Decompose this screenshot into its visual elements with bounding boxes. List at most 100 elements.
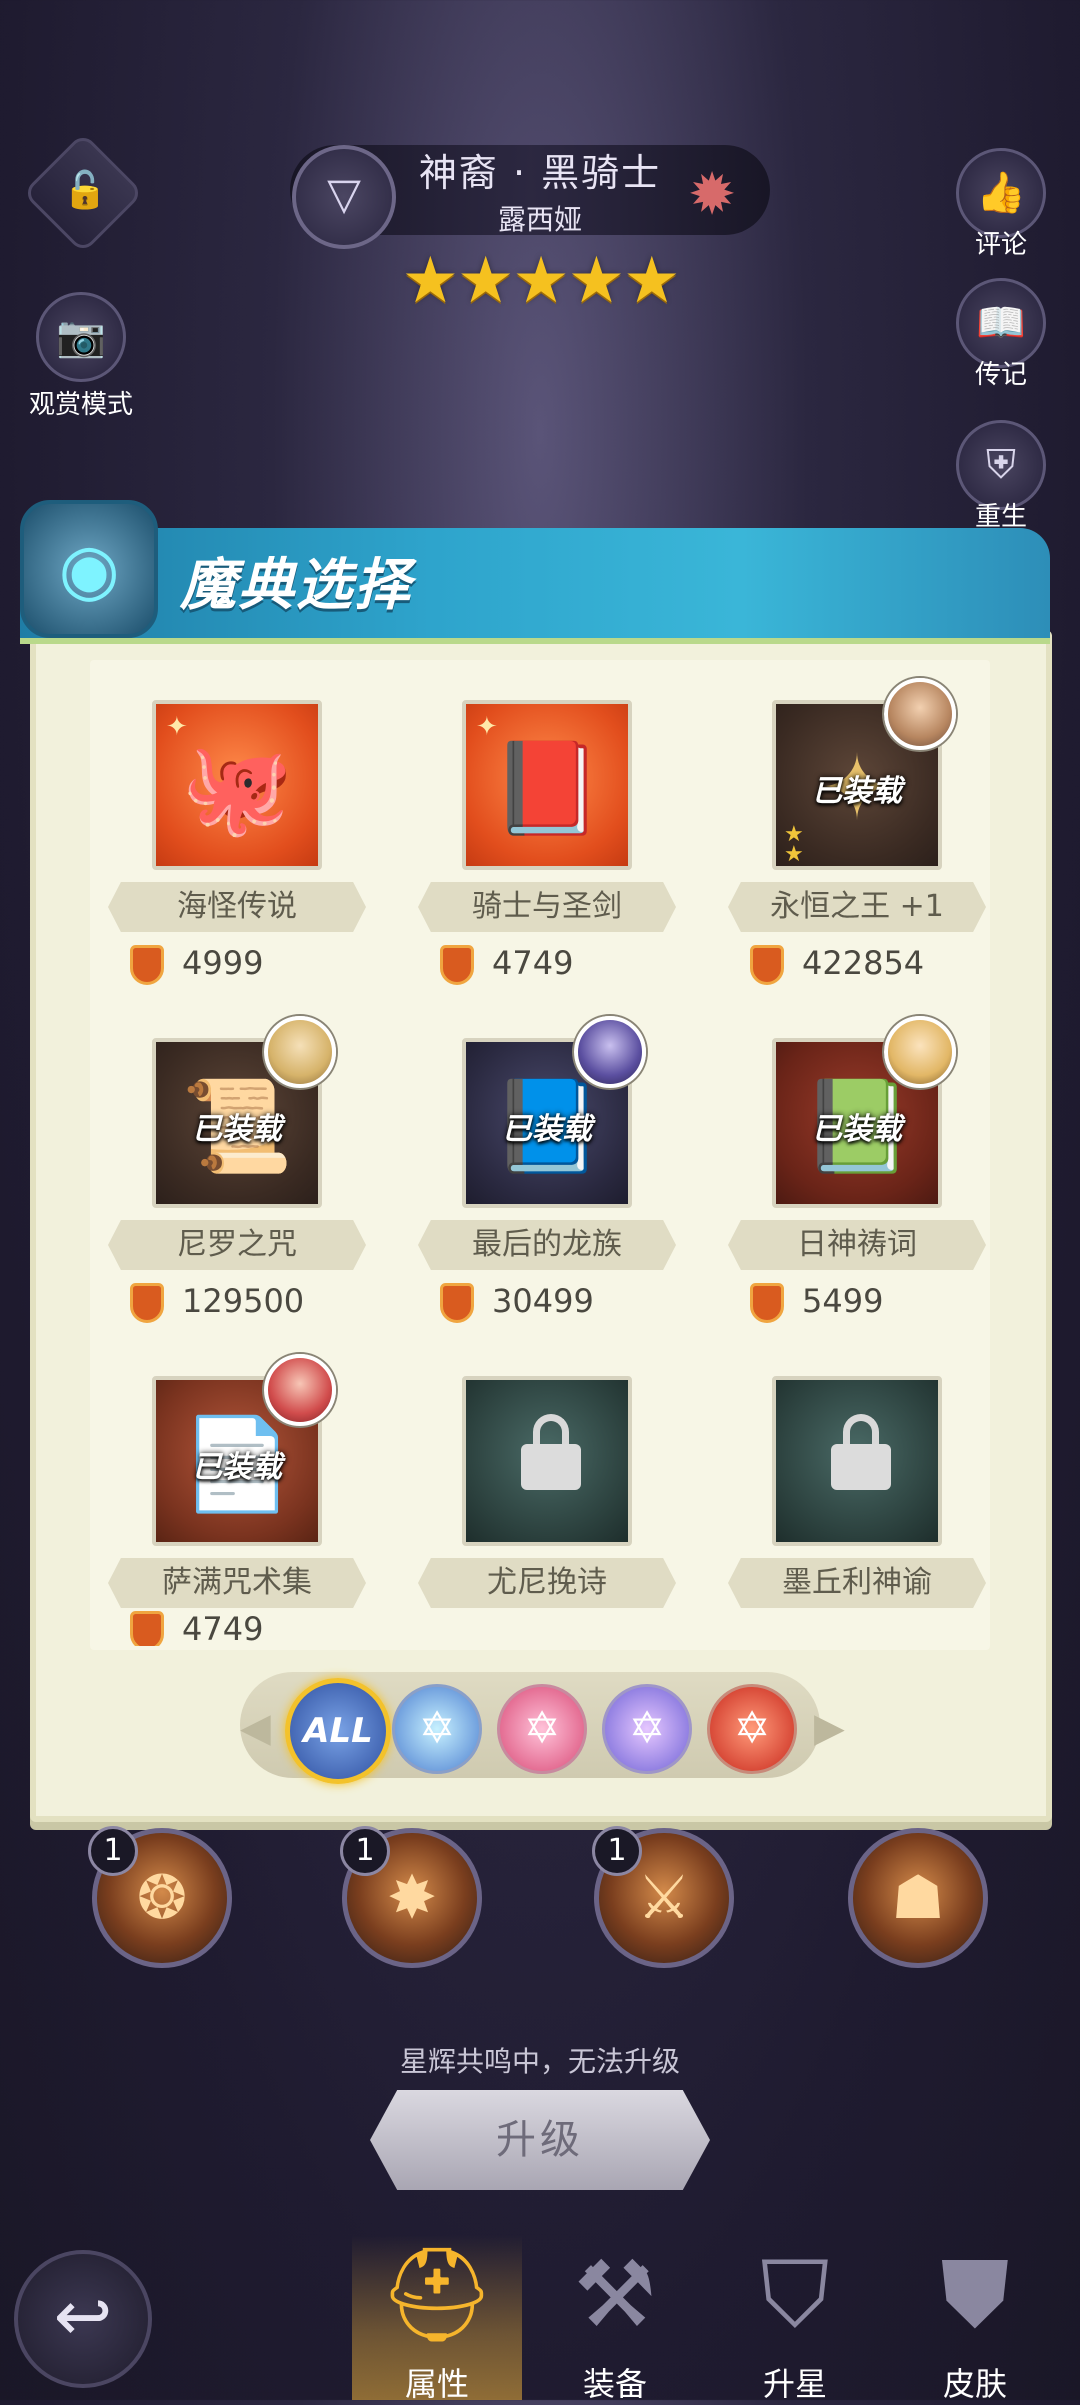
grimoire-price: 4749 — [130, 1606, 263, 1646]
filter-arcane-button[interactable]: ✡ — [602, 1684, 692, 1774]
grimoire-price: 129500 — [130, 1278, 304, 1324]
equipped-label: 已装载 — [812, 1112, 902, 1147]
grimoire-name: 尼罗之咒 — [108, 1220, 366, 1270]
grimoire-price: 30499 — [440, 1278, 594, 1324]
equipped-label: 已装载 — [192, 1112, 282, 1147]
hero-avatar — [264, 1354, 336, 1426]
hero-avatar — [264, 1016, 336, 1088]
nav-label: 属性 — [404, 2365, 469, 2403]
hero-avatar — [884, 1016, 956, 1088]
star-rating: ★★★★★ — [401, 244, 681, 318]
grimoire-item[interactable]: 尤尼挽诗 — [418, 1376, 698, 1696]
filter-light-button[interactable]: ✡ — [392, 1684, 482, 1774]
power-shield-icon — [130, 1283, 164, 1323]
armor-icon: ⛊ — [940, 2241, 1010, 2348]
grimoire-name: 尤尼挽诗 — [418, 1558, 676, 1608]
skill-level-badge: 1 — [592, 1826, 642, 1876]
grimoire-icon: ◉ — [20, 500, 158, 638]
panel-title: 魔典选择 — [180, 553, 412, 618]
hero-avatar — [574, 1016, 646, 1088]
grimoire-item[interactable]: 🐙 ✦ 海怪传说 4999 — [108, 700, 388, 1020]
locked-icon — [831, 1414, 891, 1490]
star-icon: ★ — [784, 842, 804, 867]
faction-emblem-icon: ✹ — [687, 160, 737, 228]
grimoire-item[interactable]: 📘 已装载 最后的龙族 30499 — [418, 1016, 698, 1358]
view-mode-button[interactable]: 📷 观赏模式 — [29, 292, 133, 421]
lock-button[interactable]: 🔓 — [22, 132, 144, 254]
grimoire-name: 日神祷词 — [728, 1220, 986, 1270]
grimoire-price: 5499 — [750, 1278, 883, 1324]
grimoire-price: 4999 — [130, 940, 263, 986]
grimoire-item[interactable]: 墨丘利神谕 — [728, 1376, 1008, 1696]
price-value: 422854 — [802, 944, 925, 982]
skill-level-badge: 1 — [88, 1826, 138, 1876]
grimoire-card[interactable] — [462, 1376, 632, 1546]
filter-fire-button[interactable]: ✡ — [497, 1684, 587, 1774]
equipped-label: 已装载 — [502, 1112, 592, 1147]
price-value: 5499 — [802, 1282, 884, 1320]
lock-icon: 🔓 — [62, 169, 108, 211]
equipped-label: 已装载 — [812, 774, 902, 809]
nav-label: 装备 — [582, 2365, 647, 2403]
price-value: 129500 — [182, 1282, 305, 1320]
price-value: 4749 — [492, 944, 574, 982]
grimoire-name: 骑士与圣剑 — [418, 882, 676, 932]
nav-equipment[interactable]: ⚒ 装备 — [530, 2235, 700, 2403]
view-mode-label: 观赏模式 — [28, 390, 133, 420]
grimoire-price: 422854 — [750, 940, 924, 986]
power-shield-icon — [440, 1283, 474, 1323]
weapons-icon: ⚒ — [573, 2241, 657, 2348]
grimoire-card[interactable]: 📕 ✦ — [462, 700, 632, 870]
biography-label: 传记 — [974, 360, 1027, 390]
hero-title: 神裔 · 黑骑士 — [418, 151, 662, 195]
nav-label: 皮肤 — [942, 2365, 1007, 2403]
arrow-right-icon: ▶ — [814, 1705, 845, 1751]
camera-icon: 📷 — [36, 292, 126, 382]
upgrade-note: 星辉共鸣中，无法升级 — [399, 2045, 680, 2078]
biography-button[interactable]: 📖 传记 — [956, 278, 1046, 391]
locked-icon — [521, 1414, 581, 1490]
grimoire-item[interactable]: ✦ 已装载 ★ ★ 永恒之王 +1 422854 — [728, 678, 1008, 1020]
filter-blood-button[interactable]: ✡ — [707, 1684, 797, 1774]
nav-attributes[interactable]: ⛑ 属性 — [352, 2235, 522, 2403]
power-shield-icon — [750, 1283, 784, 1323]
hero-avatar — [884, 678, 956, 750]
panel-banner — [20, 528, 1050, 644]
class-emblem-icon: ▽ — [292, 145, 396, 249]
grimoire-name: 墨丘利神谕 — [728, 1558, 986, 1608]
nav-star-up[interactable]: ⛉ 升星 — [710, 2235, 880, 2403]
skill-button[interactable]: ☗ — [848, 1828, 988, 1968]
helmet-icon: ⛑ — [378, 2241, 496, 2348]
price-value: 4999 — [182, 944, 264, 982]
grimoire-price: 4749 — [440, 940, 573, 986]
equipped-label: 已装载 — [192, 1450, 282, 1485]
back-button[interactable]: ↩ — [14, 2250, 152, 2388]
grimoire-name: 萨满咒术集 — [108, 1558, 366, 1608]
grimoire-card[interactable] — [772, 1376, 942, 1546]
power-shield-icon — [130, 945, 164, 985]
nav-label: 升星 — [762, 2365, 827, 2403]
power-shield-icon — [750, 945, 784, 985]
grimoire-item[interactable]: 📄 已装载 萨满咒术集 4749 — [108, 1376, 388, 1646]
grimoire-item[interactable]: 📜 已装载 尼罗之咒 129500 — [108, 1016, 388, 1358]
rebirth-button[interactable]: ⛨ 重生 — [956, 420, 1046, 533]
sparkle-icon: ✦ — [476, 712, 498, 742]
grimoire-name: 永恒之王 +1 — [728, 882, 986, 932]
grimoire-name: 最后的龙族 — [418, 1220, 676, 1270]
hero-name: 露西娅 — [497, 203, 582, 236]
upgrade-button[interactable]: 升级 — [370, 2090, 710, 2190]
grimoire-item[interactable]: 📗 已装载 日神祷词 5499 — [728, 1016, 1008, 1358]
filter-all-button[interactable]: ALL — [285, 1678, 391, 1784]
power-shield-icon — [440, 945, 474, 985]
price-value: 30499 — [492, 1282, 594, 1320]
grimoire-item[interactable]: 📕 ✦ 骑士与圣剑 4749 — [418, 700, 698, 1020]
nav-skins[interactable]: ⛊ 皮肤 — [890, 2235, 1060, 2403]
star-badge-icon: ⛉ — [760, 2241, 830, 2348]
comment-button[interactable]: 👍 评论 — [956, 148, 1046, 261]
sparkle-icon: ✦ — [166, 712, 188, 742]
power-shield-icon — [130, 1611, 164, 1646]
grimoire-card[interactable]: 🐙 ✦ — [152, 700, 322, 870]
skill-level-badge: 1 — [340, 1826, 390, 1876]
grimoire-name: 海怪传说 — [108, 882, 366, 932]
comment-label: 评论 — [974, 230, 1027, 260]
